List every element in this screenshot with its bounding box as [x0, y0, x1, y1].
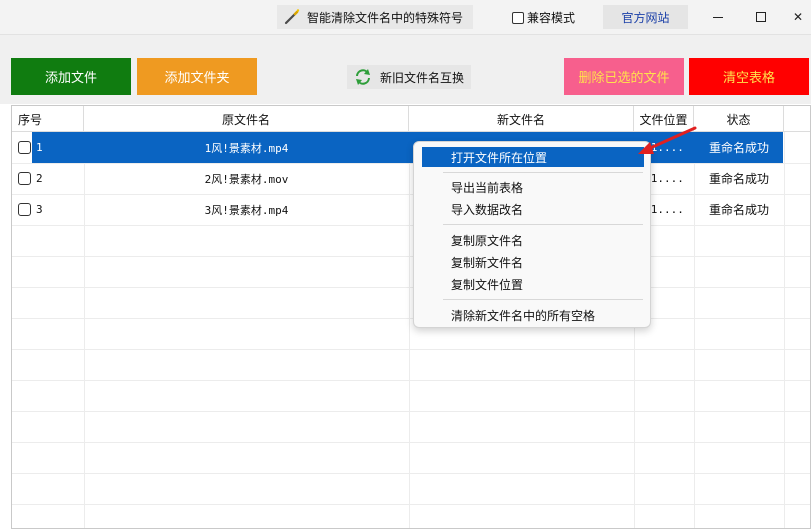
row-checkbox[interactable]: [18, 203, 31, 216]
row-status: 重命名成功: [708, 141, 769, 155]
close-icon: ✕: [792, 10, 804, 24]
close-button[interactable]: ✕: [775, 5, 811, 29]
grid-divider: [12, 442, 810, 443]
menu-item-remove-spaces[interactable]: 清除新文件名中的所有空格: [422, 305, 644, 325]
add-folder-button[interactable]: 添加文件夹: [137, 58, 257, 95]
menu-item-copy-location[interactable]: 复制文件位置: [422, 274, 644, 294]
row-original-name: 1风!景素材.mp4: [204, 141, 289, 155]
title-bar: 智能清除文件名中的特殊符号 兼容模式 官方网站 ✕: [0, 0, 811, 34]
clear-table-button[interactable]: 清空表格: [689, 58, 809, 95]
grid-divider: [12, 225, 810, 226]
grid-divider: [12, 504, 810, 505]
table-row[interactable]: 2 2风!景素材.mov \1.... 重命名成功: [12, 163, 810, 194]
grid-divider: [12, 349, 810, 350]
row-checkbox[interactable]: [18, 172, 31, 185]
compat-mode-label: 兼容模式: [527, 11, 576, 25]
official-site-button[interactable]: 官方网站: [603, 5, 688, 29]
row-index: 3: [36, 203, 43, 216]
file-table: 序号 原文件名 新文件名 文件位置 状态 1 1风!景素材.mp4 \1....…: [11, 105, 811, 529]
row-index: 1: [36, 141, 43, 154]
minimize-icon: [713, 16, 723, 18]
column-header-index[interactable]: 序号: [12, 106, 84, 132]
menu-item-copy-original-name[interactable]: 复制原文件名: [422, 230, 644, 250]
row-original-name: 3风!景素材.mp4: [204, 203, 289, 217]
grid-divider: [12, 256, 810, 257]
swap-names-button[interactable]: 新旧文件名互换: [347, 65, 471, 89]
grid-divider: [12, 411, 810, 412]
row-index: 2: [36, 172, 43, 185]
menu-separator: [443, 172, 643, 173]
maximize-icon: [756, 12, 766, 22]
column-header-original-name[interactable]: 原文件名: [84, 106, 409, 132]
menu-item-open-location[interactable]: 打开文件所在位置: [422, 147, 644, 167]
menu-item-copy-new-name[interactable]: 复制新文件名: [422, 252, 644, 272]
compat-mode-checkbox[interactable]: [512, 11, 524, 24]
menu-item-export-table[interactable]: 导出当前表格: [422, 177, 644, 197]
grid-divider: [12, 473, 810, 474]
minimize-button[interactable]: [695, 5, 741, 29]
toolbar: 添加文件 添加文件夹 新旧文件名互换 删除已选的文件 清空表格: [0, 34, 811, 104]
grid-divider: [12, 287, 810, 288]
column-header-new-name[interactable]: 新文件名: [409, 106, 634, 132]
delete-selected-button[interactable]: 删除已选的文件: [564, 58, 684, 95]
row-checkbox[interactable]: [18, 141, 31, 154]
app-title-text: 智能清除文件名中的特殊符号: [307, 10, 464, 25]
menu-separator: [443, 299, 643, 300]
compat-mode-toggle[interactable]: 兼容模式: [512, 9, 575, 26]
annotation-arrow-icon: [638, 126, 697, 154]
table-row[interactable]: 3 3风!景素材.mp4 \1.... 重命名成功: [12, 194, 810, 225]
magic-wand-icon: [284, 9, 300, 25]
row-status: 重命名成功: [708, 203, 769, 217]
row-original-name: 2风!景素材.mov: [204, 172, 289, 186]
refresh-arrows-icon: [355, 69, 370, 85]
column-header-status[interactable]: 状态: [694, 106, 784, 132]
swap-names-label: 新旧文件名互换: [379, 70, 464, 85]
context-menu: 打开文件所在位置 导出当前表格 导入数据改名 复制原文件名 复制新文件名 复制文…: [413, 141, 651, 328]
row-status: 重命名成功: [708, 172, 769, 186]
add-file-button[interactable]: 添加文件: [11, 58, 131, 95]
grid-divider: [12, 318, 810, 319]
menu-item-import-rename[interactable]: 导入数据改名: [422, 199, 644, 219]
grid-divider: [12, 380, 810, 381]
app-title: 智能清除文件名中的特殊符号: [277, 5, 473, 29]
menu-separator: [443, 224, 643, 225]
